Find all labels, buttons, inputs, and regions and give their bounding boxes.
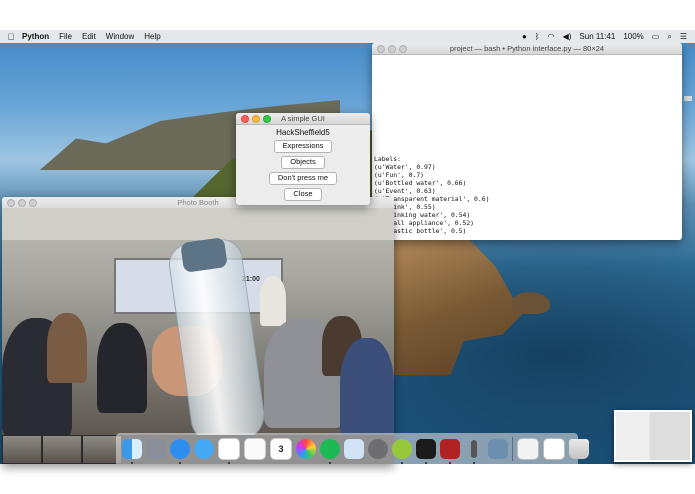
safari-icon[interactable]	[170, 438, 190, 464]
battery-percent[interactable]: 100%	[623, 32, 643, 41]
photo-booth-icon[interactable]	[440, 438, 460, 464]
expressions-button[interactable]: Expressions	[273, 140, 333, 153]
menu-window[interactable]: Window	[106, 32, 134, 41]
photo-booth-window: Photo Booth 21:00	[2, 197, 394, 464]
bluetooth-icon[interactable]: ᛒ	[535, 32, 540, 41]
system-preferences-icon[interactable]	[368, 438, 388, 459]
terminal-titlebar[interactable]: project — bash • Python interface.py — 8…	[372, 43, 682, 55]
terminal-line: (u'Fun', 0.7)	[374, 171, 425, 179]
sea-rock	[512, 292, 550, 314]
window-resize-handle[interactable]	[684, 96, 692, 101]
record-indicator-icon[interactable]: ●	[522, 32, 527, 41]
simple-gui-title: A simple GUI	[281, 114, 325, 123]
close-button[interactable]	[377, 45, 385, 53]
menu-help[interactable]: Help	[144, 32, 160, 41]
calendar-icon[interactable]: 3	[270, 437, 292, 460]
terminal-window: project — bash • Python interface.py — 8…	[372, 43, 682, 240]
person	[260, 276, 286, 326]
preview-icon[interactable]	[344, 438, 364, 459]
simple-gui-titlebar[interactable]: A simple GUI	[236, 113, 370, 125]
person	[340, 338, 394, 435]
dock: 3	[116, 433, 589, 464]
close-gui-button[interactable]: Close	[284, 188, 322, 201]
bottle-cap	[180, 237, 228, 273]
android-file-transfer-icon[interactable]	[392, 438, 412, 464]
terminal-line: (u'Water', 0.97)	[374, 163, 436, 171]
notification-center-icon[interactable]: ☰	[680, 32, 687, 41]
menu-app-name[interactable]: Python	[22, 32, 49, 41]
terminal-line: (u'Bottled water', 0.66)	[374, 179, 467, 187]
photo-thumbnail[interactable]	[3, 436, 41, 463]
status-area: ● ᛒ ◠ ◀) Sun 11:41 100% ▭ ⌕ ☰	[522, 32, 695, 42]
zoom-button[interactable]	[29, 199, 37, 207]
calendar-day: 3	[278, 443, 284, 454]
screenshot-preview	[616, 412, 690, 460]
person	[47, 313, 87, 383]
simple-gui-window: A simple GUI HackSheffield5 Expressions …	[236, 113, 370, 205]
finder-icon[interactable]	[122, 438, 142, 464]
clock[interactable]: Sun 11:41	[579, 32, 615, 41]
objects-button[interactable]: Objects	[281, 156, 325, 169]
terminal-line: (u'Event', 0.63)	[374, 187, 436, 195]
trash-icon[interactable]	[569, 438, 589, 459]
terminal-icon[interactable]	[416, 438, 436, 464]
apple-menu-icon[interactable]: 	[0, 32, 22, 42]
room-ceiling	[2, 208, 394, 240]
wifi-icon[interactable]: ◠	[548, 32, 555, 41]
search-icon[interactable]: ⌕	[667, 32, 671, 42]
slack-icon[interactable]	[218, 437, 240, 464]
close-button[interactable]	[241, 115, 249, 123]
zoom-button[interactable]	[263, 115, 271, 123]
photos-icon[interactable]	[296, 438, 316, 459]
messages-icon[interactable]	[194, 438, 214, 459]
person	[97, 323, 147, 413]
volume-icon[interactable]: ◀)	[563, 32, 572, 41]
spotify-icon[interactable]	[320, 438, 340, 464]
minimize-button[interactable]	[18, 199, 26, 207]
gui-heading: HackSheffield5	[276, 128, 330, 137]
menu-bar:  Python File Edit Window Help ● ᛒ ◠ ◀) …	[0, 30, 695, 43]
launchpad-icon[interactable]	[146, 438, 166, 459]
dock-separator	[512, 436, 513, 461]
coastal-cliff	[392, 240, 522, 375]
dont-press-me-button[interactable]: Don't press me	[268, 172, 338, 185]
battery-icon[interactable]: ▭	[652, 32, 660, 41]
minimize-button[interactable]	[388, 45, 396, 53]
close-button[interactable]	[7, 199, 15, 207]
photo-booth-title: Photo Booth	[177, 198, 219, 207]
menu-edit[interactable]: Edit	[82, 32, 96, 41]
terminal-title: project — bash • Python interface.py — 8…	[449, 44, 605, 53]
terminal-line: Labels:	[374, 155, 401, 163]
menu-file[interactable]: File	[59, 32, 72, 41]
python-rocket-icon[interactable]	[464, 439, 484, 464]
minimize-button[interactable]	[252, 115, 260, 123]
image-capture-icon[interactable]	[488, 438, 508, 459]
photo-thumbnail[interactable]	[43, 436, 81, 463]
reminders-icon[interactable]	[244, 437, 266, 460]
zoom-button[interactable]	[399, 45, 407, 53]
screenshot-thumbnail[interactable]	[614, 410, 692, 462]
camera-preview: 21:00	[2, 208, 394, 435]
documents-stack-icon[interactable]	[517, 437, 539, 460]
activity-stack-icon[interactable]	[543, 437, 565, 460]
